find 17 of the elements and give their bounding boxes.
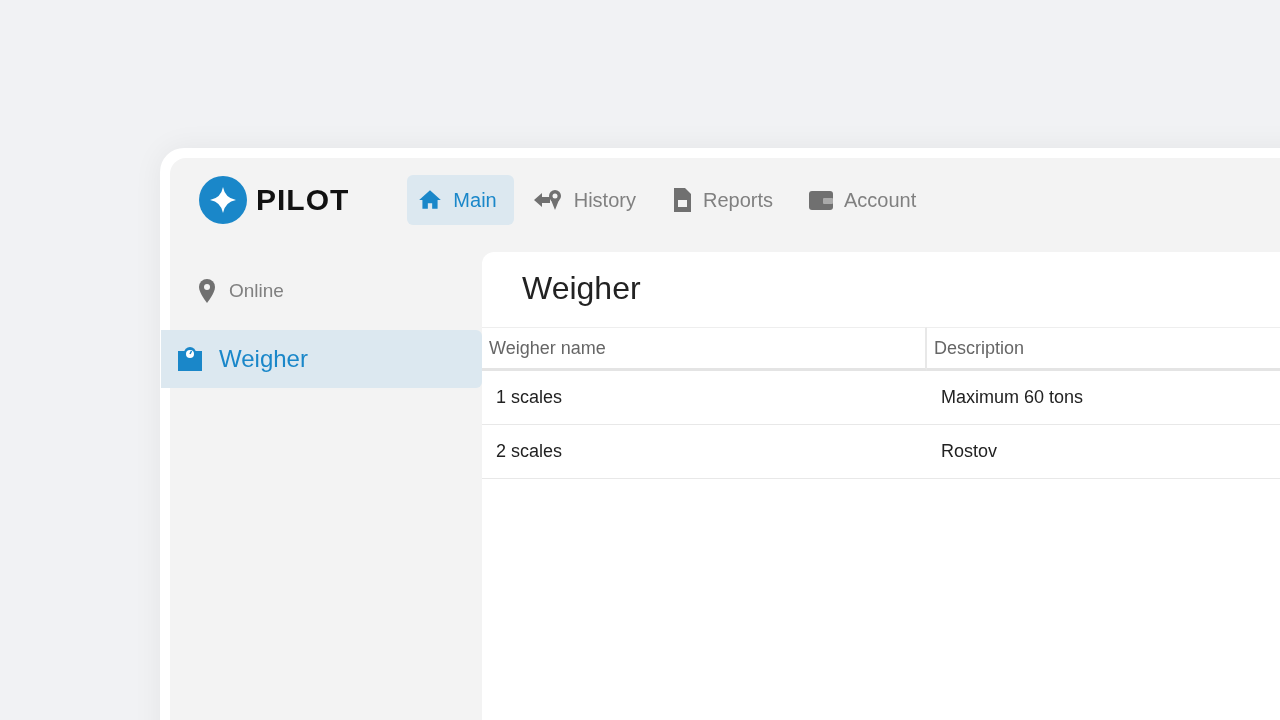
- nav-tab[interactable]: Account: [797, 175, 934, 225]
- sidebar-item[interactable]: Online: [161, 262, 482, 320]
- column-header: Weigher name: [482, 327, 927, 371]
- sidebar-item[interactable]: Weigher: [161, 330, 482, 388]
- nav-tab[interactable]: History: [521, 175, 653, 225]
- map-pin-icon: [197, 278, 217, 304]
- logo-icon: [198, 175, 248, 225]
- table-cell: Maximum 60 tons: [927, 371, 1280, 425]
- nav-tab[interactable]: Main: [407, 175, 514, 225]
- table-cell: 2 scales: [482, 425, 927, 479]
- logo-text: PILOT: [256, 183, 350, 217]
- table-cell: 1 scales: [482, 371, 927, 425]
- scale-icon: [175, 345, 205, 373]
- nav-tab[interactable]: Reports: [660, 175, 790, 225]
- table-cell: Rostov: [927, 425, 1280, 479]
- page-title: Weigher: [521, 269, 642, 308]
- column-header: Description: [927, 327, 1280, 371]
